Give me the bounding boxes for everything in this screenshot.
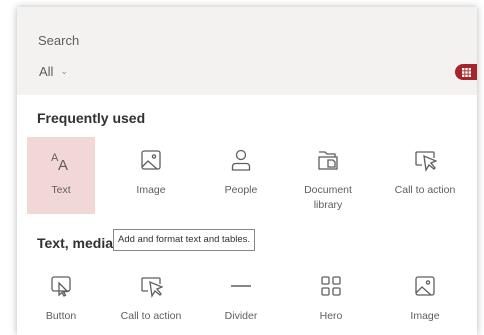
- image-icon: [412, 273, 438, 299]
- tile-divider[interactable]: Divider: [207, 263, 275, 324]
- image-icon: [138, 147, 164, 173]
- document-library-icon: [315, 147, 341, 173]
- tile-people[interactable]: People: [207, 137, 275, 198]
- filter-dropdown[interactable]: All ⌄: [39, 61, 68, 81]
- svg-text:A: A: [58, 157, 68, 172]
- tile-text[interactable]: AA Text: [27, 137, 95, 214]
- people-icon: [228, 147, 254, 173]
- tile-hero[interactable]: Hero: [297, 263, 365, 324]
- tile-label: Image: [136, 184, 166, 196]
- call-to-action-icon: [412, 147, 438, 173]
- tile-label: People: [224, 184, 258, 196]
- tile-label: Image: [410, 310, 440, 322]
- tile-button[interactable]: Button: [27, 263, 95, 324]
- tile-label: Document library: [304, 184, 352, 211]
- filter-label: All: [39, 63, 54, 79]
- button-icon: [48, 273, 74, 299]
- tile-image[interactable]: Image: [117, 137, 185, 198]
- section-title-frequently-used: Frequently used: [37, 110, 146, 126]
- grid-view-toggle[interactable]: [455, 64, 477, 80]
- call-to-action-icon: [138, 273, 164, 299]
- tile-document-library[interactable]: Document library: [294, 137, 362, 213]
- search-input[interactable]: [38, 28, 477, 52]
- tile-call-to-action[interactable]: Call to action: [391, 137, 459, 198]
- grid-view-icon: [461, 67, 471, 77]
- tile-label: Button: [45, 310, 77, 322]
- tile-label: Call to action: [120, 310, 182, 322]
- text-icon: AA: [48, 147, 74, 173]
- webpart-toolbox-panel: All ⌄ Frequently used AA Text Image: [17, 7, 477, 335]
- tile-call-to-action[interactable]: Call to action: [117, 263, 185, 324]
- chevron-down-icon: ⌄: [60, 66, 68, 76]
- divider-icon: [228, 273, 254, 299]
- tile-image[interactable]: Image: [391, 263, 459, 324]
- hero-icon: [318, 273, 344, 299]
- tile-label: Call to action: [394, 184, 456, 196]
- tile-label: Hero: [319, 310, 343, 322]
- search-area: All ⌄: [17, 7, 477, 95]
- tooltip: Add and format text and tables.: [113, 229, 256, 251]
- tile-label: Divider: [224, 310, 258, 322]
- tile-label: Text: [51, 184, 71, 196]
- section-title-text-media: Text, media: [37, 235, 113, 251]
